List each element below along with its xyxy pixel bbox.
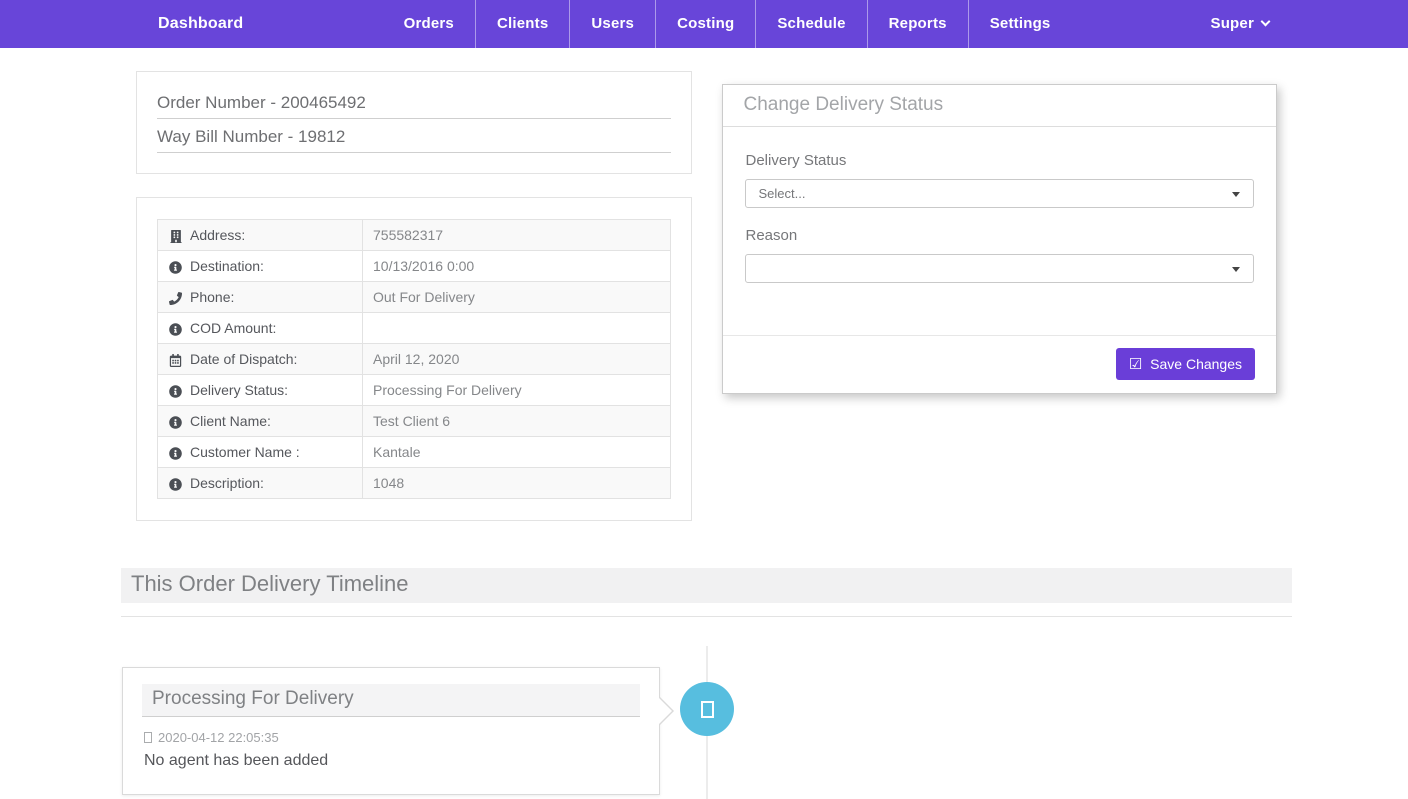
delivery-status-label: Delivery Status xyxy=(745,152,847,169)
table-row: Phone: Out For Delivery xyxy=(157,281,671,313)
change-status-body: Delivery Status Select... Reason xyxy=(723,127,1277,335)
change-status-footer: ☑ Save Changes xyxy=(722,335,1276,393)
detail-value xyxy=(362,312,671,344)
detail-label-cell: Description: xyxy=(157,467,363,499)
info-circle-icon xyxy=(168,476,183,492)
table-row: Date of Dispatch: April 12, 2020 xyxy=(157,343,671,375)
nav-item-reports[interactable]: Reports xyxy=(866,0,968,48)
table-row: Customer Name : Kantale xyxy=(157,436,671,468)
info-circle-icon xyxy=(168,383,183,399)
left-column: Order Number - 200465492 Way Bill Number… xyxy=(121,71,707,521)
right-column: Change Delivery Status Delivery Status S… xyxy=(707,71,1293,521)
timeline-entry-note: No agent has been added xyxy=(144,752,329,769)
detail-label: Customer Name : xyxy=(190,443,300,460)
detail-label-cell: Customer Name : xyxy=(157,436,363,468)
order-details-table: Address: 755582317 Destination: 10/13/2016 … xyxy=(157,219,671,499)
info-circle-icon xyxy=(168,445,183,461)
detail-value: Out For Delivery xyxy=(362,281,671,313)
reason-select[interactable] xyxy=(744,254,1254,283)
detail-label-cell: COD Amount: xyxy=(157,312,363,344)
detail-value: 1048 xyxy=(362,467,671,499)
building-icon xyxy=(168,228,183,244)
timestamp-glyph-icon xyxy=(144,732,152,743)
detail-value: April 12, 2020 xyxy=(362,343,671,375)
timeline-entry-title: Processing For Delivery xyxy=(142,684,640,717)
detail-label-cell: Destination: xyxy=(157,250,363,282)
order-details-panel: Address: 755582317 Destination: 10/13/2016 … xyxy=(136,197,692,521)
table-row: Client Name: Test Client 6 xyxy=(157,405,671,437)
nav-item-schedule[interactable]: Schedule xyxy=(755,0,866,48)
order-summary-panel: Order Number - 200465492 Way Bill Number… xyxy=(136,71,692,174)
timeline-section: Processing For Delivery 2020-04-12 22:05:… xyxy=(121,617,1292,799)
nav-item-users[interactable]: Users xyxy=(569,0,655,48)
detail-label: Phone: xyxy=(190,288,235,305)
change-delivery-status-panel: Change Delivery Status Delivery Status S… xyxy=(721,84,1277,394)
table-row: Delivery Status: Processing For Delivery xyxy=(157,374,671,406)
detail-value: Test Client 6 xyxy=(362,405,671,437)
order-details-tbody: Address: 755582317 Destination: 10/13/2016 … xyxy=(157,219,671,499)
save-changes-label: Save Changes xyxy=(1150,356,1242,372)
timeline-heading: This Order Delivery Timeline xyxy=(121,568,1292,603)
detail-value: 10/13/2016 0:00 xyxy=(362,250,671,282)
info-circle-icon xyxy=(168,321,183,337)
timeline-card: Processing For Delivery 2020-04-12 22:05:… xyxy=(122,667,674,795)
detail-label: Date of Dispatch: xyxy=(190,350,298,367)
timeline-badge xyxy=(680,682,734,736)
delivery-status-select[interactable]: Select... xyxy=(744,179,1254,208)
check-square-icon: ☑ xyxy=(1128,355,1143,373)
select-caret-icon xyxy=(1232,191,1240,201)
phone-icon xyxy=(168,290,183,306)
nav-item-settings[interactable]: Settings xyxy=(967,0,1072,48)
timeline-entry-timestamp: 2020-04-12 22:05:35 xyxy=(144,730,640,745)
main-content: Order Number - 200465492 Way Bill Number… xyxy=(121,71,1292,799)
nav-items: Orders Clients Users Costing Schedule Reports… xyxy=(383,0,1072,48)
detail-value: 755582317 xyxy=(362,219,671,251)
detail-label-cell: Date of Dispatch: xyxy=(157,343,363,375)
table-row: Description: 1048 xyxy=(157,467,671,499)
calendar-icon xyxy=(168,352,183,368)
select-caret-icon xyxy=(1232,266,1240,276)
order-number-text: Order Number - 200465492 xyxy=(157,92,671,119)
detail-label-cell: Delivery Status: xyxy=(157,374,363,406)
nav-user: Super xyxy=(1189,0,1290,48)
chevron-down-icon xyxy=(1260,16,1271,27)
top-navbar: Dashboard Orders Clients Users Costing Sched… xyxy=(0,0,1408,48)
table-row: COD Amount: xyxy=(157,312,671,344)
brand-dashboard-link[interactable]: Dashboard xyxy=(158,0,243,48)
waybill-number-text: Way Bill Number - 19812 xyxy=(157,126,671,153)
delivery-status-selected-value: Select... xyxy=(758,186,806,201)
nav-super-label: Super xyxy=(1210,15,1254,32)
detail-label: Destination: xyxy=(190,257,264,274)
nav-item-costing[interactable]: Costing xyxy=(655,0,755,48)
detail-label: Delivery Status: xyxy=(190,381,289,398)
detail-label: Description: xyxy=(190,474,264,491)
timestamp-text: 2020-04-12 22:05:35 xyxy=(158,730,279,745)
detail-label-cell: Address: xyxy=(157,219,363,251)
nav-item-clients[interactable]: Clients xyxy=(474,0,569,48)
nav-item-orders[interactable]: Orders xyxy=(383,0,475,48)
detail-label: COD Amount: xyxy=(190,319,277,336)
info-circle-icon xyxy=(168,259,183,275)
table-row: Destination: 10/13/2016 0:00 xyxy=(157,250,671,282)
detail-label-cell: Client Name: xyxy=(157,405,363,437)
detail-label: Address: xyxy=(190,226,246,243)
detail-value: Processing For Delivery xyxy=(362,374,671,406)
table-row: Address: 755582317 xyxy=(157,219,671,251)
change-status-title: Change Delivery Status xyxy=(722,85,1276,127)
detail-value: Kantale xyxy=(362,436,671,468)
info-circle-icon xyxy=(168,414,183,430)
detail-label-cell: Phone: xyxy=(157,281,363,313)
reason-label: Reason xyxy=(745,227,798,244)
nav-item-super[interactable]: Super xyxy=(1189,0,1290,48)
save-changes-button[interactable]: ☑ Save Changes xyxy=(1115,348,1255,380)
badge-glyph-icon xyxy=(700,700,714,718)
detail-label: Client Name: xyxy=(190,412,271,429)
